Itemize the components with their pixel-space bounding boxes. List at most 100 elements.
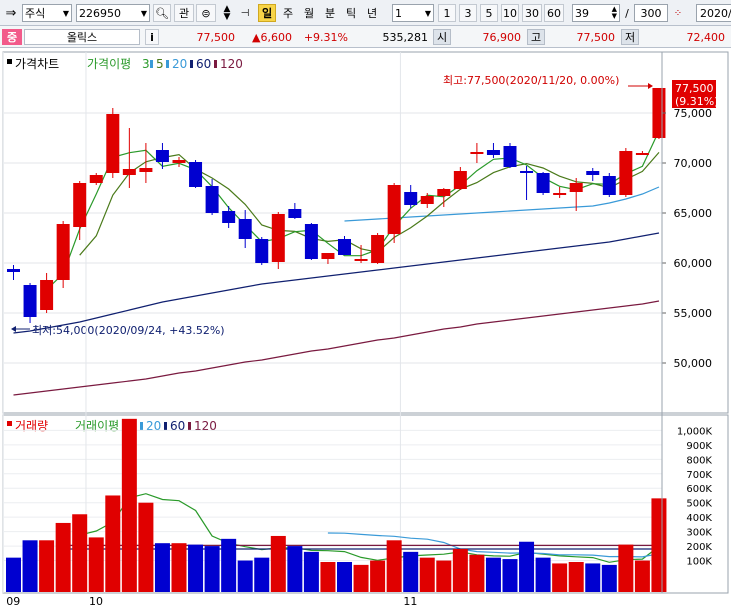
period-month-button[interactable]: 월 — [300, 4, 318, 22]
price-change-pct: +9.31% — [303, 30, 348, 44]
low-price: 72,400 — [686, 30, 726, 44]
search-icon: 🔍︎ — [155, 6, 169, 20]
volume-bar — [171, 543, 187, 592]
interval-3-button[interactable]: 3 — [459, 4, 477, 22]
volume-bar — [535, 557, 551, 592]
interval-30-button[interactable]: 30 — [522, 4, 542, 22]
price-ma-legend-3: 3 — [142, 57, 150, 71]
volume-axis-label: 1,000K — [677, 426, 713, 437]
volume-axis-label: 200K — [686, 542, 712, 553]
volume-bar — [618, 544, 634, 592]
legend-marker-icon — [150, 60, 153, 68]
volume-bar — [568, 561, 584, 592]
period-year-button[interactable]: 년 — [363, 4, 381, 22]
volume-bar — [55, 522, 71, 592]
link-button[interactable]: ⊜ — [196, 4, 216, 22]
legend-marker-icon — [164, 422, 167, 430]
candle-body — [89, 175, 103, 183]
candle-body — [56, 224, 70, 280]
volume-bar — [270, 535, 286, 592]
interval-select[interactable]: 1 ▼ — [392, 4, 434, 22]
stock-chart[interactable]: 가격차트 가격이평 3 5 20 60 120 거래량 거래이평 5 20 60… — [0, 48, 731, 608]
arrow-expand-icon[interactable]: ⊣ — [238, 4, 252, 22]
volume-bar — [303, 551, 319, 592]
volume-bar — [237, 560, 253, 592]
stock-name: 올릭스 — [24, 29, 140, 45]
stock-code-input[interactable]: 226950 ▼ — [76, 4, 150, 22]
volume-axis-label: 100K — [686, 557, 712, 568]
volume-bar — [188, 544, 204, 592]
market-select-value: 주식 — [25, 7, 46, 20]
volume-axis-label: 600K — [686, 484, 712, 495]
toolbar: ⇒ 주식 ▼ 226950 ▼ 🔍︎ 관 ⊜ ▲ ▼ ⊣ 일 주 월 분 틱 년 … — [0, 0, 731, 26]
interval-10-button[interactable]: 10 — [501, 4, 519, 22]
date-axis-label: 10 — [89, 595, 103, 608]
period-minute-button[interactable]: 분 — [321, 4, 339, 22]
high-price: 77,500 — [576, 30, 616, 44]
price-ma-legend-60: 60 — [196, 57, 211, 71]
candle-body — [486, 150, 500, 155]
count-stepper[interactable]: 39 ▲ ▼ — [572, 4, 620, 22]
interval-5-button[interactable]: 5 — [480, 4, 498, 22]
period-week-button[interactable]: 주 — [279, 4, 297, 22]
scroll-stepper[interactable]: ▲ ▼ — [218, 4, 236, 22]
chevron-down-icon: ▼ — [424, 8, 431, 18]
price-axis-label: 70,000 — [674, 157, 713, 170]
candle-body — [271, 214, 285, 262]
volume-axis-label: 300K — [686, 528, 712, 539]
kwan-button[interactable]: 관 — [174, 4, 194, 22]
trade-volume: 535,281 — [382, 30, 429, 44]
interval-1-button[interactable]: 1 — [438, 4, 456, 22]
volume-bar — [485, 557, 501, 592]
candle-body — [205, 186, 219, 213]
menu-arrow-icon[interactable]: ⇒ — [2, 4, 20, 22]
candle-body — [354, 259, 368, 261]
candle-body — [106, 114, 120, 173]
grid-toggle-icon[interactable]: ⁘ — [670, 4, 686, 22]
legend-marker-icon — [140, 422, 143, 430]
count-stepper-value: 39 — [575, 6, 589, 20]
candle-body — [155, 150, 169, 162]
volume-bar — [105, 495, 121, 592]
volume-bar — [204, 546, 220, 592]
volume-bar — [72, 514, 88, 592]
candle-body — [288, 209, 302, 218]
volume-axis-label: 500K — [686, 499, 712, 510]
candle-body — [470, 152, 484, 154]
price-panel-marker-icon — [7, 59, 12, 64]
volume-bar — [88, 537, 104, 592]
info-button[interactable]: i — [145, 29, 159, 45]
period-day-button[interactable]: 일 — [258, 4, 276, 22]
volume-bar — [519, 541, 535, 592]
price-tag-value: 77,500 — [675, 82, 714, 95]
arrow-down-icon: ▼ — [223, 12, 231, 22]
price-axis-label: 50,000 — [674, 357, 713, 370]
search-button[interactable]: 🔍︎ — [153, 4, 171, 22]
candle-body — [255, 239, 269, 263]
volume-bar — [39, 540, 55, 592]
candle-body — [7, 269, 20, 272]
price-axis-label: 60,000 — [674, 257, 713, 270]
volume-bar — [254, 557, 270, 592]
interval-60-button[interactable]: 60 — [544, 4, 564, 22]
open-label: 시 — [433, 29, 451, 45]
date-axis-label: 11 — [403, 595, 417, 608]
volume-bar — [337, 561, 352, 592]
volume-bar — [6, 557, 21, 592]
count-divider: / — [625, 6, 629, 20]
total-count-input[interactable]: 300 — [634, 4, 668, 22]
current-price: 77,500 — [196, 30, 236, 44]
chevron-down-icon: ▼ — [140, 8, 147, 18]
period-tick-button[interactable]: 틱 — [342, 4, 360, 22]
candle-body — [304, 224, 318, 259]
interval-select-value: 1 — [395, 6, 402, 20]
price-axis-label: 75,000 — [674, 107, 713, 120]
max-price-annotation: 최고:77,500(2020/11/20, 0.00%) — [443, 74, 619, 87]
volume-bar — [552, 563, 568, 592]
date-input[interactable]: 2020/ — [696, 4, 731, 22]
chevron-down-icon: ▼ — [62, 8, 69, 18]
volume-bar — [436, 560, 452, 592]
candle-body — [338, 239, 351, 255]
market-select[interactable]: 주식 ▼ — [22, 4, 72, 22]
volume-bar — [651, 498, 667, 592]
